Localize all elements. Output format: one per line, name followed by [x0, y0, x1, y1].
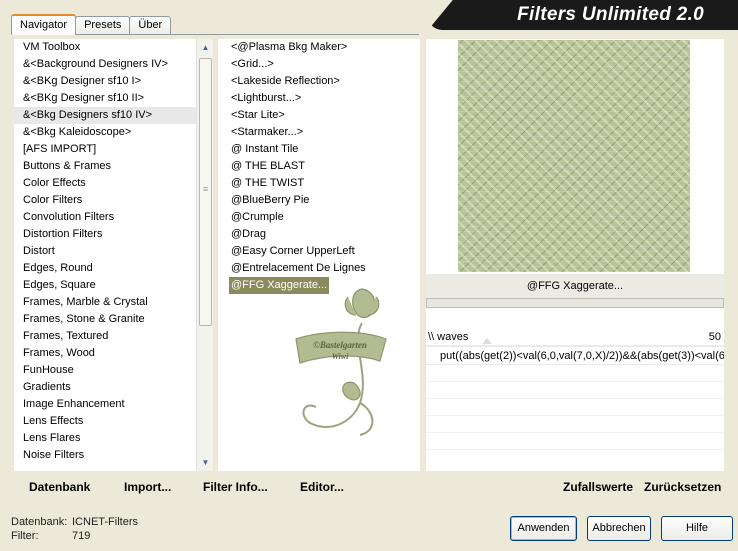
cancel-button[interactable]: Abbrechen [587, 516, 651, 541]
watermark-flower-logo: ©Bastelgarten Wiwi [295, 288, 387, 436]
category-item[interactable]: Color Filters [14, 192, 196, 209]
filter-item[interactable]: <Lakeside Reflection> [218, 73, 420, 90]
editor-button[interactable]: Editor... [300, 480, 344, 494]
category-item[interactable]: &<Background Designers IV> [14, 56, 196, 73]
formula-text: put((abs(get(2))<val(6,0,val(7,0,X)/2))&… [426, 348, 724, 365]
progress-bar [426, 298, 724, 308]
param-value: 50 [708, 331, 721, 343]
divider [426, 415, 724, 416]
param-slider-track[interactable] [426, 345, 724, 347]
param-name: \\ waves [428, 331, 469, 343]
category-item[interactable]: Edges, Round [14, 260, 196, 277]
category-item[interactable]: Distortion Filters [14, 226, 196, 243]
category-item[interactable]: Buttons & Frames [14, 158, 196, 175]
divider [426, 381, 724, 382]
app-title: Filters Unlimited 2.0 [517, 4, 704, 25]
status-filter-count: Filter: 719 [11, 530, 90, 542]
preview-filter-name: @FFG Xaggerate... [426, 274, 724, 298]
tab-presets[interactable]: Presets [75, 16, 131, 35]
reset-button[interactable]: Zurücksetzen [644, 480, 721, 494]
tab-about[interactable]: Über [129, 16, 172, 35]
scroll-down-icon[interactable]: ▼ [197, 454, 214, 471]
category-item[interactable]: Distort [14, 243, 196, 260]
category-item[interactable]: Frames, Stone & Granite [14, 311, 196, 328]
category-item[interactable]: &<Bkg Kaleidoscope> [14, 124, 196, 141]
filter-item[interactable]: <Star Lite> [218, 107, 420, 124]
filter-item[interactable]: @ Instant Tile [218, 141, 420, 158]
category-item[interactable]: &<BKg Designer sf10 II> [14, 90, 196, 107]
category-item[interactable]: FunHouse [14, 362, 196, 379]
filter-item[interactable]: @Crumple [218, 209, 420, 226]
category-item[interactable]: Frames, Textured [14, 328, 196, 345]
watermark-line2: Wiwi [332, 352, 349, 361]
category-item[interactable]: [AFS IMPORT] [14, 141, 196, 158]
filter-item[interactable]: <Lightburst...> [218, 90, 420, 107]
tab-navigator[interactable]: Navigator [11, 14, 77, 35]
filter-item[interactable]: @BlueBerry Pie [218, 192, 420, 209]
divider [426, 398, 724, 399]
help-button[interactable]: Hilfe [661, 516, 733, 541]
filter-item[interactable]: @ THE TWIST [218, 175, 420, 192]
category-item[interactable]: VM Toolbox [14, 39, 196, 56]
filter-item[interactable]: <@Plasma Bkg Maker> [218, 39, 420, 56]
category-list[interactable]: VM Toolbox &<Background Designers IV> &<BK… [14, 39, 196, 471]
status-filter-label: Filter: [11, 530, 39, 542]
param-slider-waves[interactable]: \\ waves 50 [426, 331, 724, 347]
category-item[interactable]: Convolution Filters [14, 209, 196, 226]
filter-item[interactable]: @Drag [218, 226, 420, 243]
watermark-line1: ©Bastelgarten [313, 340, 367, 350]
category-item[interactable]: Lens Flares [14, 430, 196, 447]
tab-bar: Navigator Presets Über [11, 14, 172, 35]
category-scrollbar[interactable]: ▲ ≡ ▼ [196, 39, 213, 471]
category-item[interactable]: Noise Filters [14, 447, 196, 464]
app-banner: Filters Unlimited 2.0 [428, 0, 738, 30]
category-item[interactable]: Frames, Wood [14, 345, 196, 362]
datenbank-button[interactable]: Datenbank [29, 480, 90, 494]
category-item[interactable]: Edges, Square [14, 277, 196, 294]
status-database: Datenbank: ICNET-Filters [11, 516, 138, 528]
filter-item[interactable]: @ THE BLAST [218, 158, 420, 175]
scroll-up-icon[interactable]: ▲ [197, 39, 214, 56]
filter-info-button[interactable]: Filter Info... [203, 480, 268, 494]
category-item[interactable]: Gradients [14, 379, 196, 396]
filter-item[interactable]: @Easy Corner UpperLeft [218, 243, 420, 260]
category-item[interactable]: Color Effects [14, 175, 196, 192]
scroll-thumb[interactable]: ≡ [199, 58, 212, 326]
status-db-label: Datenbank: [11, 516, 68, 528]
divider [426, 449, 724, 450]
randomize-button[interactable]: Zufallswerte [563, 480, 633, 494]
divider [426, 432, 724, 433]
param-slider-knob[interactable] [482, 338, 492, 344]
category-item[interactable]: &<BKg Designer sf10 I> [14, 73, 196, 90]
filter-item[interactable]: @Entrelacement De Lignes [218, 260, 420, 277]
preview-image [458, 40, 690, 272]
apply-button[interactable]: Anwenden [510, 516, 577, 541]
status-filter-value: 719 [72, 530, 91, 542]
filter-item[interactable]: <Grid...> [218, 56, 420, 73]
category-item[interactable]: Lens Effects [14, 413, 196, 430]
category-item[interactable]: Image Enhancement [14, 396, 196, 413]
filter-item[interactable]: <Starmaker...> [218, 124, 420, 141]
category-item[interactable]: Frames, Marble & Crystal [14, 294, 196, 311]
status-db-value: ICNET-Filters [72, 516, 138, 528]
import-button[interactable]: Import... [124, 480, 171, 494]
category-item[interactable]: &<Bkg Designers sf10 IV> [14, 107, 196, 124]
